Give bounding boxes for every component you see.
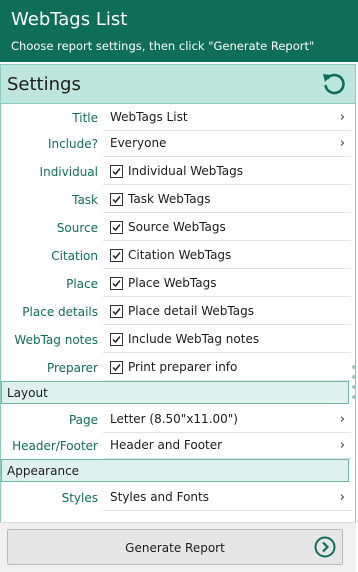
individual-label: Individual: [39, 165, 98, 179]
task-option-label: Task WebTags: [128, 192, 211, 206]
preparer-row: Preparer Print preparer info: [1, 355, 355, 383]
webtag-notes-option: Include WebTag notes: [103, 329, 351, 353]
citation-row: Citation Citation WebTags: [1, 243, 355, 271]
layout-section-label: Layout: [7, 386, 48, 400]
chevron-right-icon: ›: [339, 110, 345, 125]
chevron-right-icon: ›: [339, 490, 345, 505]
generate-report-label: Generate Report: [125, 541, 225, 555]
preparer-option: Print preparer info: [103, 357, 351, 381]
citation-checkbox[interactable]: [110, 249, 123, 262]
chevron-right-icon: ›: [339, 438, 345, 453]
webtag-notes-label: WebTag notes: [14, 333, 98, 347]
citation-label: Citation: [51, 249, 98, 263]
preparer-option-label: Print preparer info: [128, 360, 238, 374]
generate-report-button[interactable]: Generate Report: [7, 529, 343, 565]
page-label: Page: [68, 413, 98, 427]
arrow-circle-right-icon: [314, 536, 336, 558]
individual-option-label: Individual WebTags: [128, 164, 243, 178]
source-checkbox[interactable]: [110, 221, 123, 234]
appearance-section-label: Appearance: [7, 464, 80, 478]
title-value: WebTags List: [110, 110, 188, 124]
task-checkbox[interactable]: [110, 193, 123, 206]
place-details-option: Place detail WebTags: [103, 301, 351, 325]
task-row: Task Task WebTags: [1, 187, 355, 215]
header-footer-field[interactable]: Header and Footer ›: [103, 435, 351, 459]
individual-row: Individual Individual WebTags: [1, 159, 355, 187]
page-row: Page Letter (8.50"x11.00") ›: [1, 407, 355, 435]
citation-option-label: Citation WebTags: [128, 248, 232, 262]
title-row: Title WebTags List ›: [1, 105, 355, 133]
place-row: Place Place WebTags: [1, 271, 355, 299]
include-row: Include? Everyone ›: [1, 131, 355, 159]
include-value: Everyone: [110, 136, 167, 150]
place-label: Place: [66, 277, 98, 291]
place-details-row: Place details Place detail WebTags: [1, 299, 355, 327]
styles-field[interactable]: Styles and Fonts ›: [103, 487, 351, 511]
dialog-header: WebTags List Choose report settings, the…: [0, 0, 358, 62]
styles-value: Styles and Fonts: [110, 490, 209, 504]
place-details-label: Place details: [22, 305, 98, 319]
appearance-section-header: Appearance: [1, 459, 349, 482]
webtag-notes-option-label: Include WebTag notes: [128, 332, 260, 346]
place-details-option-label: Place detail WebTags: [128, 304, 254, 318]
page-value: Letter (8.50"x11.00"): [110, 412, 238, 426]
settings-label: Settings: [7, 74, 81, 95]
header-footer-label: Header/Footer: [12, 439, 98, 453]
dialog-footer: Generate Report: [0, 522, 356, 572]
reset-icon[interactable]: [321, 71, 347, 97]
dialog-title: WebTags List: [11, 9, 128, 30]
settings-header: Settings: [1, 65, 355, 104]
webtag-notes-checkbox[interactable]: [110, 333, 123, 346]
title-field[interactable]: WebTags List ›: [103, 107, 351, 131]
header-footer-row: Header/Footer Header and Footer ›: [1, 433, 355, 461]
include-label: Include?: [47, 137, 98, 151]
chevron-right-icon: ›: [339, 412, 345, 427]
individual-checkbox[interactable]: [110, 165, 123, 178]
source-option-label: Source WebTags: [128, 220, 226, 234]
place-option: Place WebTags: [103, 273, 351, 297]
place-option-label: Place WebTags: [128, 276, 217, 290]
source-option: Source WebTags: [103, 217, 351, 241]
task-label: Task: [72, 193, 98, 207]
header-footer-value: Header and Footer: [110, 438, 223, 452]
include-field[interactable]: Everyone ›: [103, 133, 351, 157]
title-label: Title: [72, 111, 98, 125]
settings-panel: Settings Title WebTags List › Include? E…: [0, 64, 356, 571]
preparer-checkbox[interactable]: [110, 361, 123, 374]
chevron-right-icon: ›: [339, 136, 345, 151]
source-row: Source Source WebTags: [1, 215, 355, 243]
webtag-notes-row: WebTag notes Include WebTag notes: [1, 327, 355, 355]
task-option: Task WebTags: [103, 189, 351, 213]
place-details-checkbox[interactable]: [110, 305, 123, 318]
layout-section-header: Layout: [1, 381, 349, 404]
styles-label: Styles: [61, 491, 98, 505]
styles-row: Styles Styles and Fonts ›: [1, 485, 355, 513]
citation-option: Citation WebTags: [103, 245, 351, 269]
place-checkbox[interactable]: [110, 277, 123, 290]
source-label: Source: [56, 221, 98, 235]
page-field[interactable]: Letter (8.50"x11.00") ›: [103, 409, 351, 433]
resize-grip[interactable]: [351, 365, 357, 405]
individual-option: Individual WebTags: [103, 161, 351, 185]
preparer-label: Preparer: [46, 361, 98, 375]
dialog-subtitle: Choose report settings, then click "Gene…: [11, 39, 315, 53]
